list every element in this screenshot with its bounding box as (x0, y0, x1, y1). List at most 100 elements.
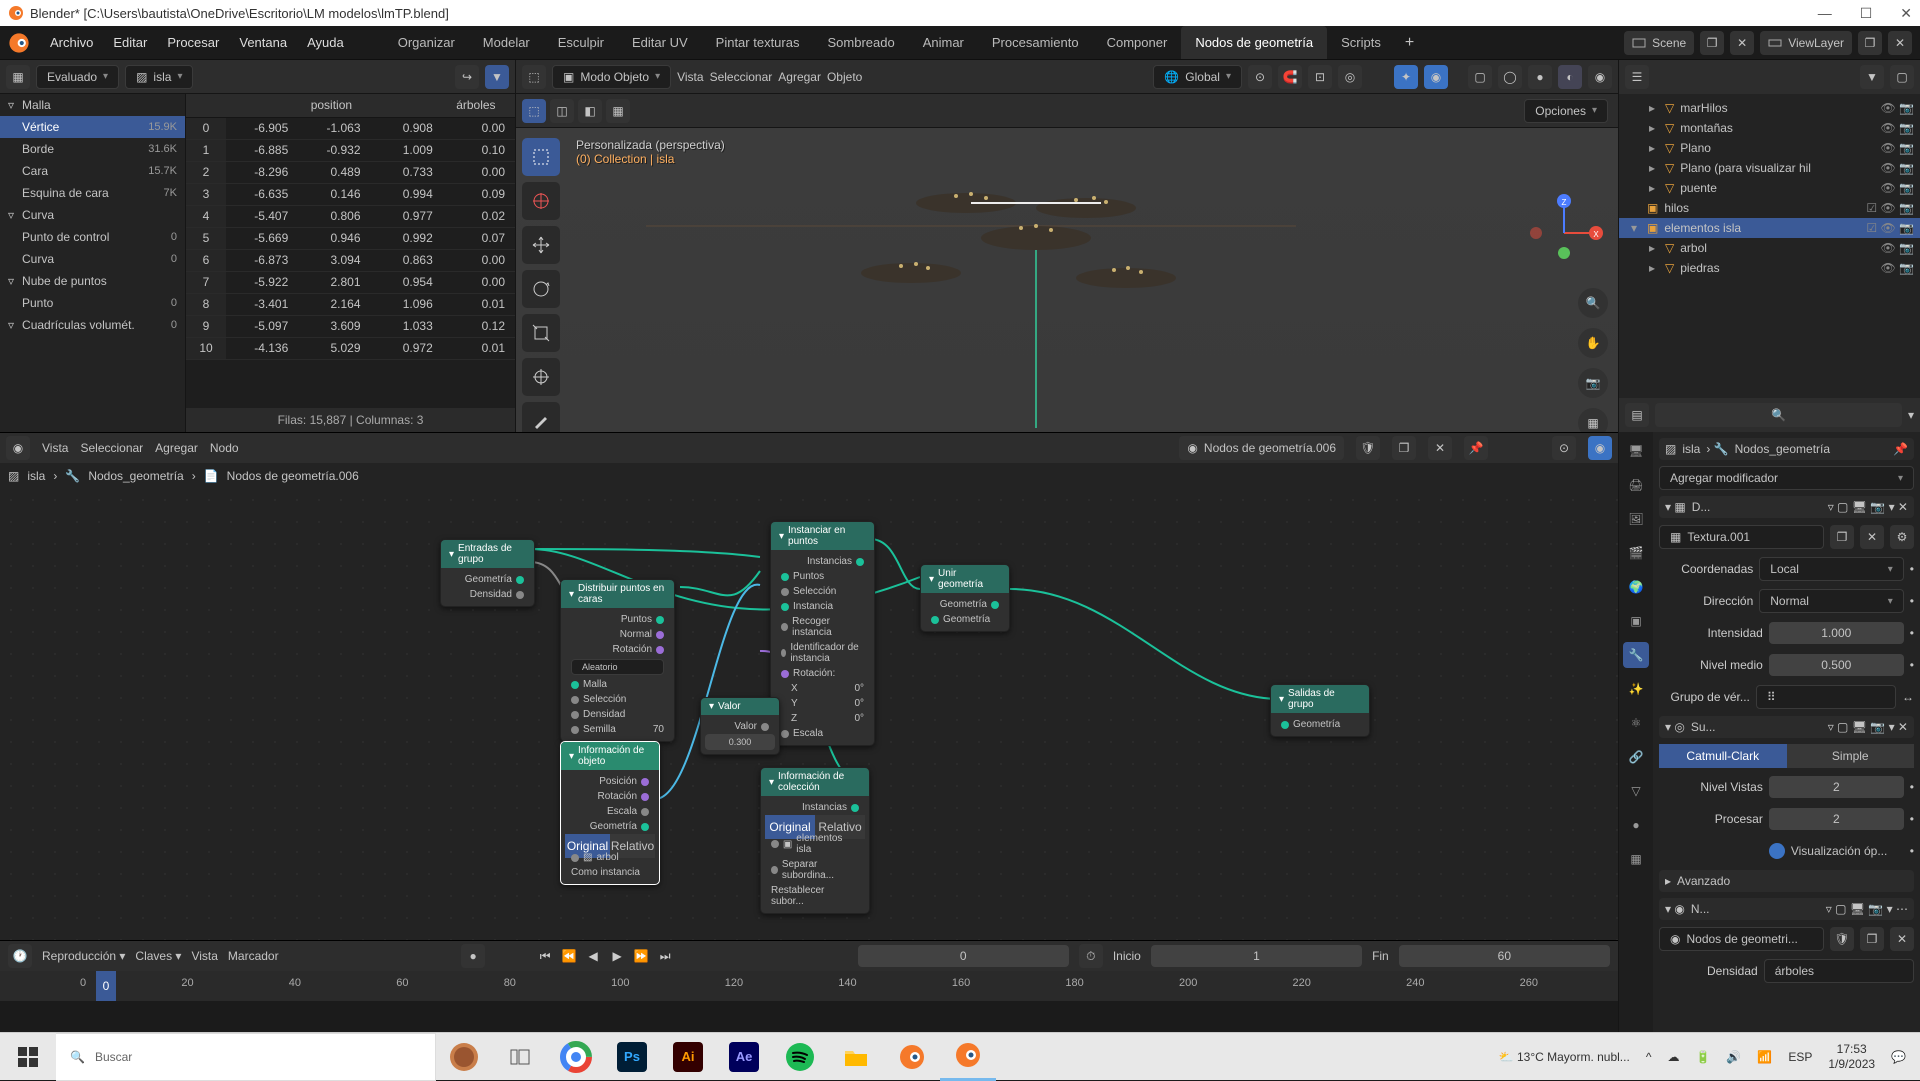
table-row[interactable]: 5-5.6690.9460.9920.07 (186, 228, 515, 250)
blender-taskbar-icon-2[interactable] (940, 1033, 996, 1081)
tab-object[interactable]: ▣ (1623, 608, 1649, 634)
workspace-tab[interactable]: Modelar (469, 26, 544, 59)
menu-file[interactable]: Archivo (40, 26, 103, 59)
eval-mode-dropdown[interactable]: Evaluado▾ (36, 65, 119, 89)
ne-node[interactable]: Nodo (210, 441, 239, 455)
node-collection-info[interactable]: ▾Información de colección Instancias Ori… (760, 767, 870, 914)
battery-icon[interactable]: 🔋 (1695, 1050, 1710, 1064)
nodeed-type-icon[interactable]: ◉ (6, 436, 30, 460)
domain-row[interactable]: ▿ Malla (0, 94, 185, 116)
advanced-header[interactable]: ▸ Avanzado (1659, 870, 1914, 892)
blender-logo-icon[interactable] (8, 32, 30, 54)
tab-render[interactable]: 🖥 (1623, 438, 1649, 464)
tab-constraints[interactable]: 🔗 (1623, 744, 1649, 770)
domain-row[interactable]: ▿ Nube de puntos (0, 270, 185, 292)
viewlayer-del-button[interactable]: ✕ (1888, 31, 1912, 55)
viewport-options[interactable]: Opciones ▾ (1524, 99, 1608, 123)
texture-select[interactable]: ▦ Textura.001 (1659, 525, 1824, 549)
spotify-icon[interactable] (772, 1033, 828, 1081)
overlay-toggle-icon[interactable]: ◉ (1424, 65, 1448, 89)
wifi-icon[interactable]: 📶 (1757, 1050, 1772, 1064)
outliner-row[interactable]: ▸▽montañas👁 📷 (1619, 118, 1920, 138)
mode-dropdown[interactable]: ▣ Modo Objeto▾ (552, 65, 671, 89)
ne-snap-icon[interactable]: ⊙ (1552, 436, 1576, 460)
vp-view-menu[interactable]: Vista (677, 70, 703, 84)
outliner-type-icon[interactable]: ☰ (1625, 65, 1649, 89)
vp-select-menu[interactable]: Seleccionar (710, 70, 773, 84)
camera-icon[interactable]: 📷 (1578, 368, 1608, 398)
domain-row[interactable]: Borde31.6K (0, 138, 185, 160)
ne-add[interactable]: Agregar (155, 441, 198, 455)
domain-row[interactable]: Punto de control0 (0, 226, 185, 248)
vp-object-menu[interactable]: Objeto (827, 70, 862, 84)
onedrive-icon[interactable]: ☁ (1667, 1050, 1679, 1064)
select-circle-icon[interactable]: ◧ (578, 99, 602, 123)
node-canvas[interactable]: ▾Entradas de grupo Geometría Densidad ▾D… (0, 489, 1618, 940)
outliner-new-coll-icon[interactable]: ▢ (1890, 65, 1914, 89)
crumb-obj[interactable]: isla (27, 469, 45, 483)
tl-marker[interactable]: Marcador (228, 949, 279, 963)
snap-opts-icon[interactable]: ⊡ (1308, 65, 1332, 89)
viewport-levels[interactable]: 2 (1769, 776, 1904, 798)
mod-displace-header[interactable]: ▾ ▦ D...▿ ▢ 🖥 📷 ▾ ✕ (1659, 496, 1914, 518)
nav-gizmo[interactable]: X Z (1524, 193, 1604, 273)
domain-row[interactable]: Punto0 (0, 292, 185, 314)
add-workspace-button[interactable]: + (1395, 34, 1424, 52)
end-frame[interactable]: 60 (1399, 945, 1610, 967)
illustrator-icon[interactable]: Ai (660, 1033, 716, 1081)
domain-row[interactable]: Cara15.7K (0, 160, 185, 182)
taskbar-search[interactable]: 🔍 Buscar (56, 1033, 436, 1081)
cortana-icon[interactable] (436, 1033, 492, 1081)
shade-render-icon[interactable]: ◉ (1588, 65, 1612, 89)
volume-icon[interactable]: 🔊 (1726, 1050, 1741, 1064)
domain-row[interactable]: Vértice15.9K (0, 116, 185, 138)
vp-add-menu[interactable]: Agregar (778, 70, 821, 84)
tl-view[interactable]: Vista (191, 949, 217, 963)
node-object-info[interactable]: ▾Información de objeto Posición Rotación… (560, 741, 660, 885)
table-row[interactable]: 7-5.9222.8010.9540.00 (186, 272, 515, 294)
menu-help[interactable]: Ayuda (297, 26, 354, 59)
table-row[interactable]: 9-5.0973.6091.0330.12 (186, 316, 515, 338)
density-attr[interactable]: árboles (1764, 959, 1914, 983)
scene-selector[interactable]: Scene (1624, 31, 1694, 55)
ng-shield-icon[interactable]: 🛡 (1356, 436, 1380, 460)
shade-matprev-icon[interactable]: ◐ (1558, 65, 1582, 89)
editor-type-icon[interactable]: ▦ (6, 65, 30, 89)
domain-row[interactable]: ▿ Cuadrículas volumét.0 (0, 314, 185, 336)
viewlayer-new-button[interactable]: ❐ (1858, 31, 1882, 55)
3d-viewport[interactable]: ⬚ ▣ Modo Objeto▾ Vista Seleccionar Agreg… (516, 60, 1618, 432)
minimize-button[interactable]: — (1818, 5, 1832, 22)
workspace-tab[interactable]: Editar UV (618, 26, 702, 59)
chrome-icon[interactable] (548, 1033, 604, 1081)
start-frame[interactable]: 1 (1151, 945, 1362, 967)
ne-view[interactable]: Vista (42, 441, 68, 455)
table-row[interactable]: 4-5.4070.8060.9770.02 (186, 206, 515, 228)
domain-row[interactable]: ▿ Curva (0, 204, 185, 226)
object-dropdown[interactable]: ▨ isla▾ (125, 65, 193, 89)
table-row[interactable]: 0-6.905-1.0630.9080.00 (186, 118, 515, 140)
workspace-tab[interactable]: Nodos de geometría (1181, 26, 1327, 59)
tl-playback[interactable]: Reproducción ▾ (42, 949, 125, 963)
table-row[interactable]: 1-6.885-0.9321.0090.10 (186, 140, 515, 162)
tex-del[interactable]: ✕ (1860, 525, 1884, 549)
taskview-icon[interactable] (492, 1033, 548, 1081)
ng-pin-icon[interactable]: 📌 (1464, 436, 1488, 460)
domain-row[interactable]: Curva0 (0, 248, 185, 270)
tab-material[interactable]: ● (1623, 812, 1649, 838)
node-value[interactable]: ▾Valor Valor 0.300 (700, 697, 780, 755)
tab-output[interactable]: 🖨 (1623, 472, 1649, 498)
workspace-tab[interactable]: Pintar texturas (702, 26, 814, 59)
outliner-filter-icon[interactable]: ▼ (1860, 65, 1884, 89)
col-position[interactable]: position (226, 94, 437, 117)
explorer-icon[interactable] (828, 1033, 884, 1081)
orientation-dropdown[interactable]: 🌐 Global▾ (1153, 65, 1242, 89)
outliner-row[interactable]: ▸▽marHilos👁 📷 (1619, 98, 1920, 118)
gn-dup[interactable]: ❐ (1860, 927, 1884, 951)
ng-dup-icon[interactable]: ❐ (1392, 436, 1416, 460)
col-arboles[interactable]: árboles (437, 94, 515, 117)
workspace-tab[interactable]: Esculpir (544, 26, 618, 59)
clock-icon[interactable]: ⏱ (1079, 944, 1103, 968)
aftereffects-icon[interactable]: Ae (716, 1033, 772, 1081)
workspace-tab[interactable]: Organizar (384, 26, 469, 59)
toggle-filter-icon[interactable]: ↪ (455, 65, 479, 89)
